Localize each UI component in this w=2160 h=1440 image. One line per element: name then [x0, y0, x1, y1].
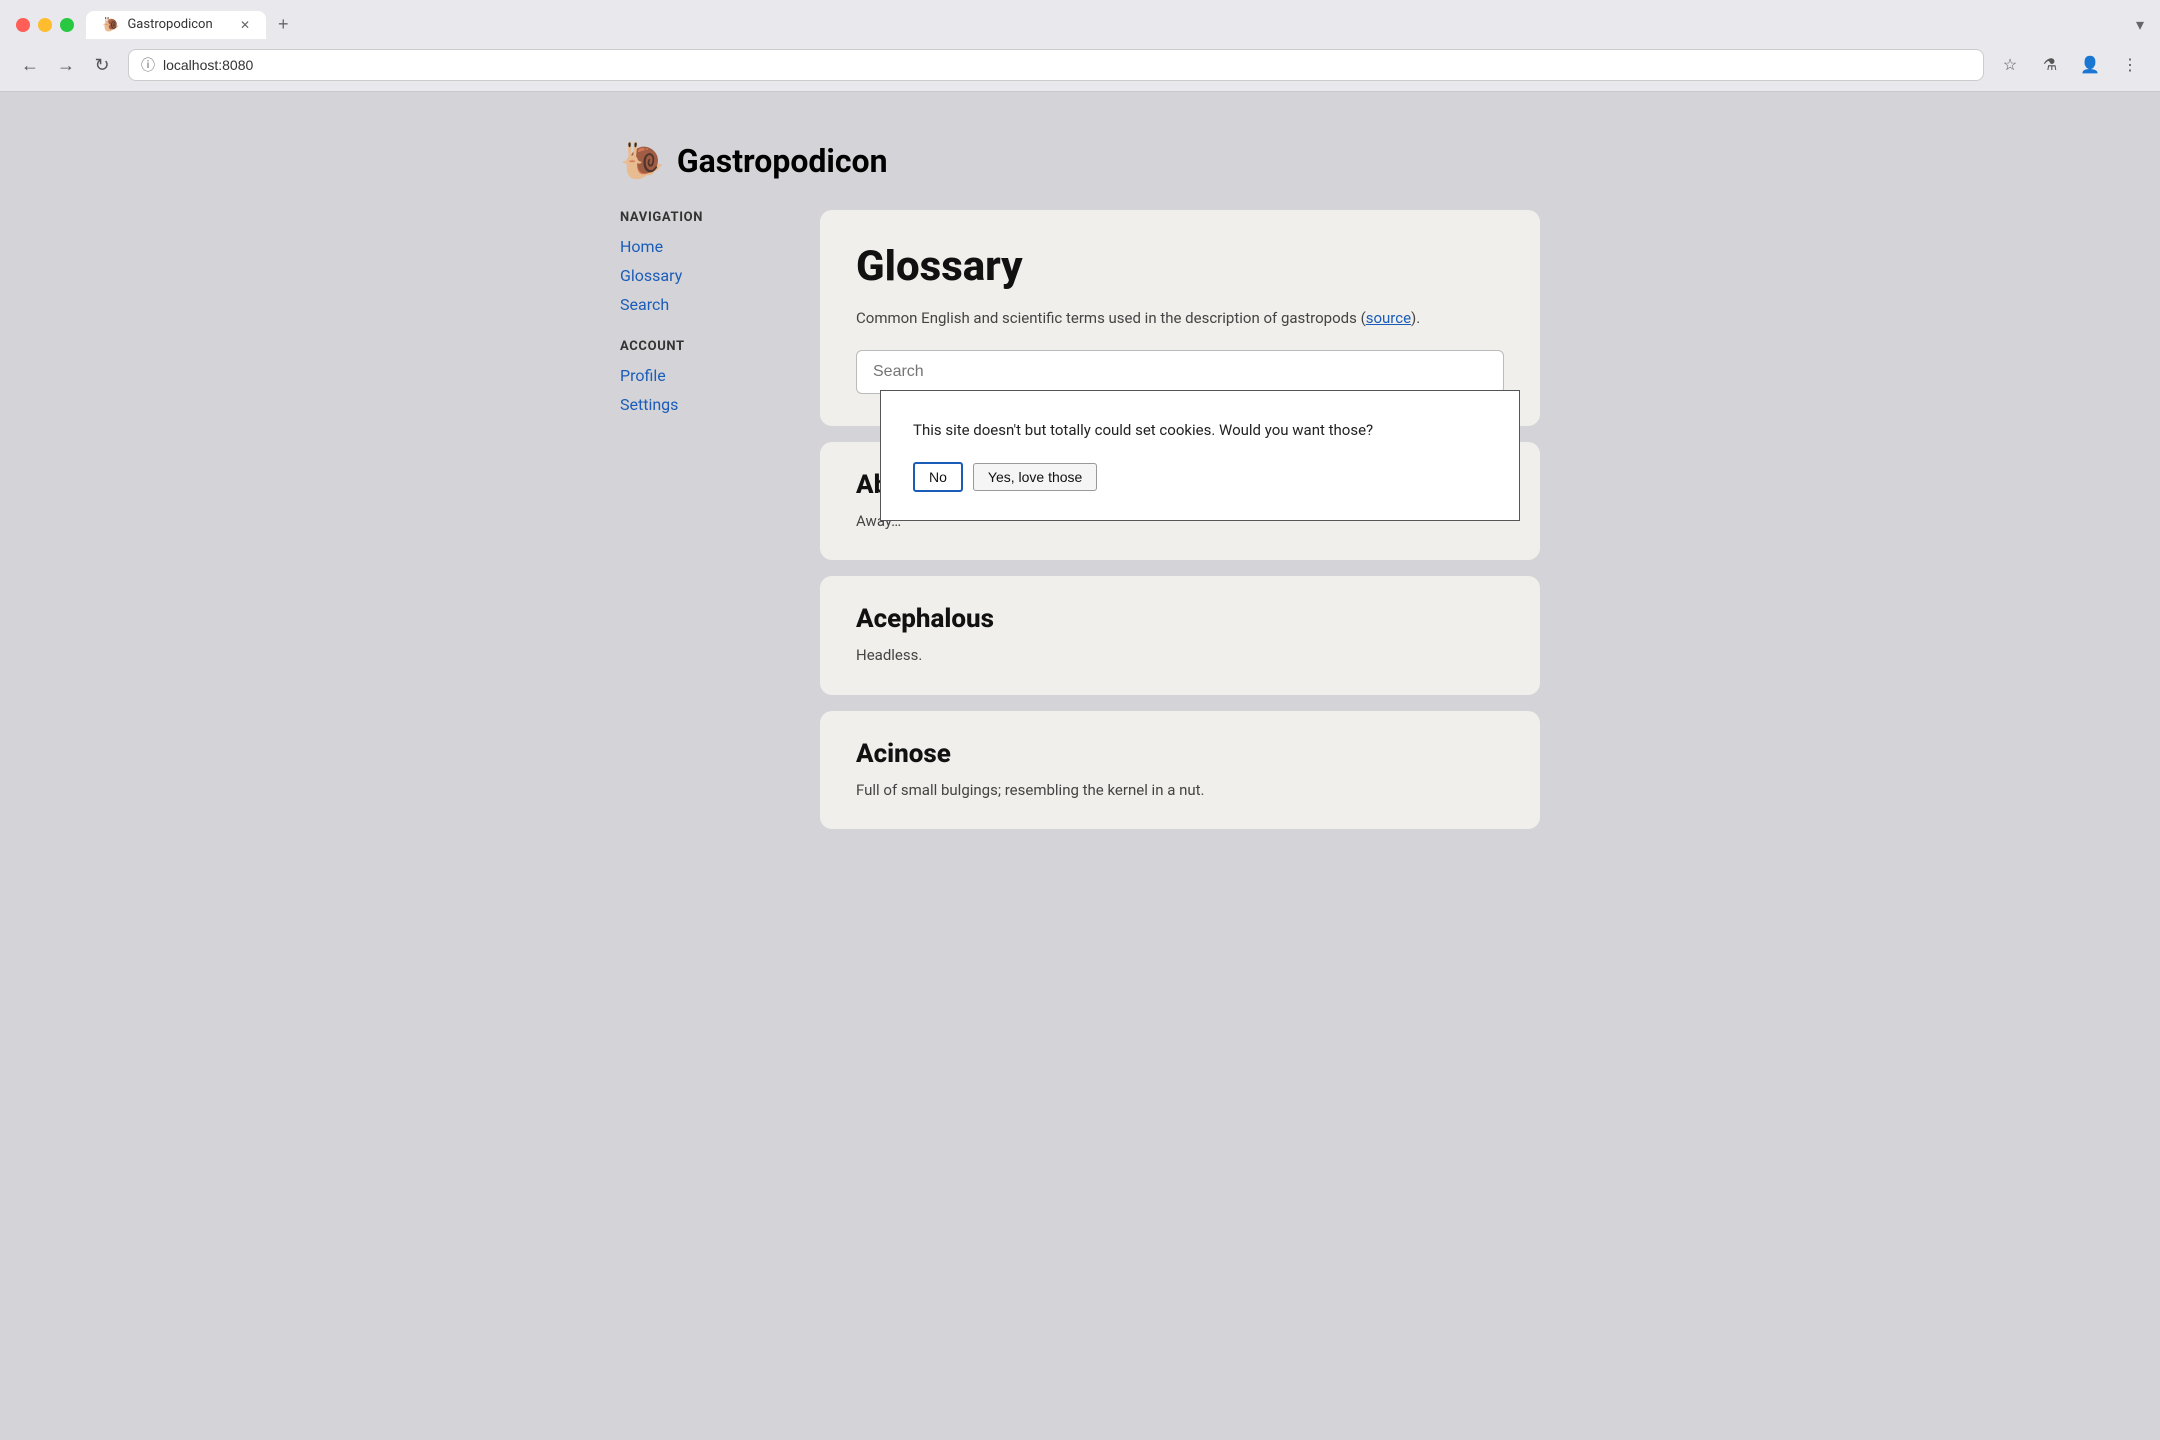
address-bar-row: ← → ↻ ⓘ ☆ ⚗ 👤 ⋮: [16, 49, 2144, 81]
main-content: Glossary Common English and scientific t…: [820, 210, 1540, 829]
nav-section-label: NAVIGATION: [620, 210, 780, 225]
page-wrapper: 🐌 Gastropodicon NAVIGATION Home Glossary…: [580, 92, 1580, 853]
site-header: 🐌 Gastropodicon: [620, 116, 1540, 210]
sidebar-item-settings[interactable]: Settings: [620, 391, 780, 420]
back-button[interactable]: ←: [16, 51, 44, 79]
sidebar-item-home[interactable]: Home: [620, 233, 780, 262]
bookmark-icon[interactable]: ☆: [1996, 51, 2024, 79]
minimize-window-button[interactable]: [38, 18, 52, 32]
tab-title: Gastropodicon: [127, 17, 212, 32]
browser-chrome: 🐌 Gastropodicon ✕ + ▾ ← → ↻ ⓘ ☆ ⚗ 👤 ⋮: [0, 0, 2160, 92]
term-title-acephalous: Acephalous: [856, 604, 1504, 634]
cookie-no-button[interactable]: No: [913, 462, 963, 492]
menu-icon[interactable]: ⋮: [2116, 51, 2144, 79]
tab-favicon-icon: 🐌: [102, 17, 119, 33]
term-title-acinose: Acinose: [856, 739, 1504, 769]
maximize-window-button[interactable]: [60, 18, 74, 32]
address-bar[interactable]: ⓘ: [128, 49, 1984, 81]
profile-icon[interactable]: 👤: [2076, 51, 2104, 79]
close-window-button[interactable]: [16, 18, 30, 32]
cookie-dialog: This site doesn't but totally could set …: [880, 390, 1520, 521]
page-layout: NAVIGATION Home Glossary Search ACCOUNT …: [620, 210, 1540, 829]
sidebar: NAVIGATION Home Glossary Search ACCOUNT …: [620, 210, 780, 829]
cookie-yes-button[interactable]: Yes, love those: [973, 463, 1097, 491]
reload-button[interactable]: ↻: [88, 51, 116, 79]
term-def-acephalous: Headless.: [856, 644, 1504, 667]
sidebar-item-search[interactable]: Search: [620, 291, 780, 320]
nav-buttons: ← → ↻: [16, 51, 116, 79]
traffic-lights: [16, 18, 74, 32]
glossary-description: Common English and scientific terms used…: [856, 307, 1504, 330]
browser-top-bar: 🐌 Gastropodicon ✕ + ▾: [16, 10, 2144, 39]
forward-button[interactable]: →: [52, 51, 80, 79]
security-icon: ⓘ: [141, 55, 155, 75]
term-card-acinose: Acinose Full of small bulgings; resembli…: [820, 711, 1540, 830]
url-input[interactable]: [163, 57, 1971, 73]
tab-bar: 🐌 Gastropodicon ✕ + ▾: [86, 10, 2144, 39]
toolbar-icons: ☆ ⚗ 👤 ⋮: [1996, 51, 2144, 79]
flask-icon[interactable]: ⚗: [2036, 51, 2064, 79]
term-def-acinose: Full of small bulgings; resembling the k…: [856, 779, 1504, 802]
term-card-acephalous: Acephalous Headless.: [820, 576, 1540, 695]
tab-dropdown-button[interactable]: ▾: [2136, 15, 2144, 35]
account-section-label: ACCOUNT: [620, 339, 780, 354]
sidebar-item-glossary[interactable]: Glossary: [620, 262, 780, 291]
sidebar-item-profile[interactable]: Profile: [620, 362, 780, 391]
search-input[interactable]: [856, 350, 1504, 394]
site-title: Gastropodicon: [677, 142, 888, 180]
browser-tab-active[interactable]: 🐌 Gastropodicon ✕: [86, 11, 266, 39]
glossary-title: Glossary: [856, 242, 1504, 291]
cookie-dialog-buttons: No Yes, love those: [913, 462, 1487, 492]
tab-close-button[interactable]: ✕: [240, 18, 250, 32]
snail-icon: 🐌: [620, 140, 665, 182]
new-tab-button[interactable]: +: [270, 10, 297, 39]
source-link[interactable]: source: [1366, 309, 1411, 327]
cookie-dialog-text: This site doesn't but totally could set …: [913, 419, 1487, 442]
